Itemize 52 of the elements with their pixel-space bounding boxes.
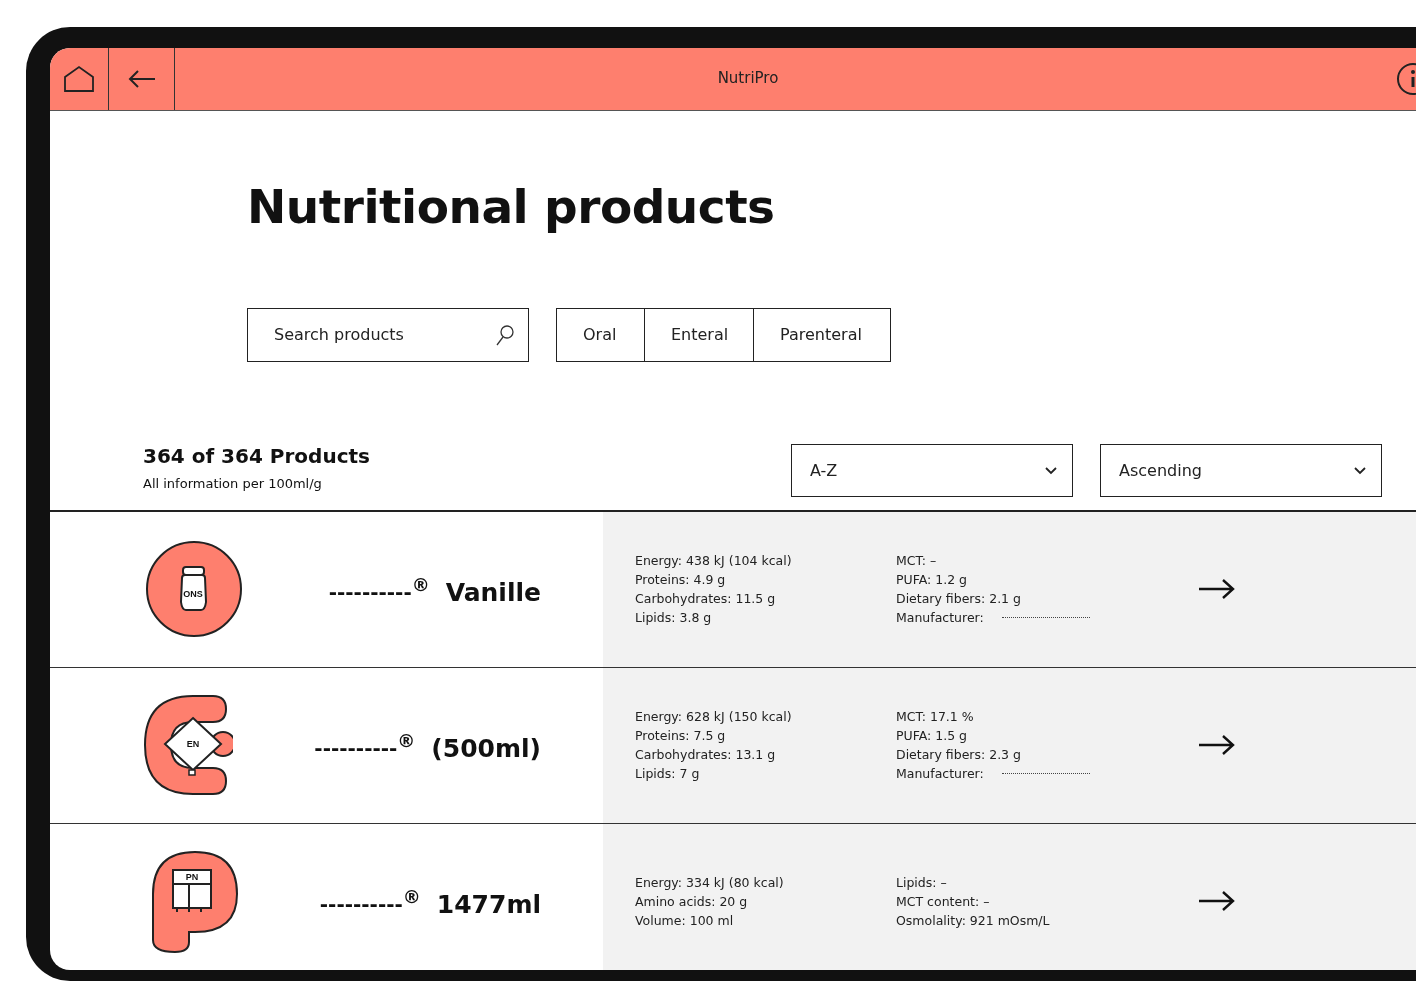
app-title: NutriPro xyxy=(717,69,779,87)
brand-name: ----------$^{®}$ xyxy=(319,886,421,916)
nutrient-value: PUFA: 1.2 g xyxy=(896,572,968,588)
open-arrow[interactable] xyxy=(1197,889,1237,914)
tube-icon xyxy=(143,694,233,797)
units-note: All information per 100ml/g xyxy=(143,475,323,491)
product-name: Vanille xyxy=(445,577,541,607)
nutrient-value: Dietary fibers: 2.1 g xyxy=(896,591,1021,607)
sort-dropdown[interactable]: Ascending xyxy=(1100,443,1382,497)
nutrient-value: Lipids: 7 g xyxy=(635,766,700,782)
nutrient-value: Dietary fibers: 2.3 g xyxy=(896,747,1021,763)
back-arrow-icon xyxy=(126,69,157,89)
nutrient-value: Lipids: – xyxy=(896,874,947,890)
open-arrow[interactable] xyxy=(1197,577,1237,602)
nutrient-value: PUFA: 1.5 g xyxy=(896,728,968,744)
search-icon xyxy=(495,323,515,346)
nutrient-value: Manufacturer: xyxy=(896,766,984,782)
bottle-icon xyxy=(145,540,243,639)
search-field[interactable]: Search products xyxy=(247,307,529,362)
nutrient-value: Carbohydrates: 11.5 g xyxy=(635,591,776,607)
category-label: ONS xyxy=(183,589,203,599)
chevron-icon xyxy=(1044,465,1058,475)
nutrient-value: Volume: 100 ml xyxy=(635,912,734,928)
nutrient-value: Lipids: 3.8 g xyxy=(635,610,712,626)
product-count: 364 of 364 Products xyxy=(143,443,371,468)
chevron-icon xyxy=(1353,465,1367,475)
sort-dropdown[interactable]: A-Z xyxy=(791,443,1073,497)
filter-tab[interactable]: Enteral xyxy=(644,308,753,361)
category-label: PN xyxy=(185,872,199,882)
nutrient-value: Proteins: 7.5 g xyxy=(635,728,726,744)
nutrient-value: Energy: 438 kJ (104 kcal) xyxy=(635,553,792,569)
bag-icon xyxy=(151,850,239,955)
nutrient-value: Proteins: 4.9 g xyxy=(635,572,726,588)
filter-tab[interactable]: Parenteral xyxy=(753,308,890,361)
nutrient-value: Carbohydrates: 13.1 g xyxy=(635,747,776,763)
category-label: EN xyxy=(186,739,200,749)
nutrient-value: Amino acids: 20 g xyxy=(635,893,748,909)
nutrient-value: Manufacturer: xyxy=(896,610,984,626)
brand-name: ----------$^{®}$ xyxy=(328,574,430,604)
nutrient-value: Osmolality: 921 mOsm/L xyxy=(896,912,1050,928)
brand-name: ----------$^{®}$ xyxy=(314,730,416,760)
page-title: Nutritional products xyxy=(247,181,776,233)
nutrient-value: MCT: 17.1 % xyxy=(896,709,974,725)
product-name: (500ml) xyxy=(431,733,541,763)
nutrient-value: Energy: 628 kJ (150 kcal) xyxy=(635,709,792,725)
open-arrow[interactable] xyxy=(1197,733,1237,758)
filter-tab[interactable]: Oral xyxy=(557,308,644,361)
nutrient-value: MCT: – xyxy=(896,553,937,569)
product-name: 1477ml xyxy=(436,889,541,919)
house-icon xyxy=(62,65,96,93)
nutrient-value: Energy: 334 kJ (80 kcal) xyxy=(635,874,784,890)
nutrient-value: MCT content: – xyxy=(896,893,990,909)
